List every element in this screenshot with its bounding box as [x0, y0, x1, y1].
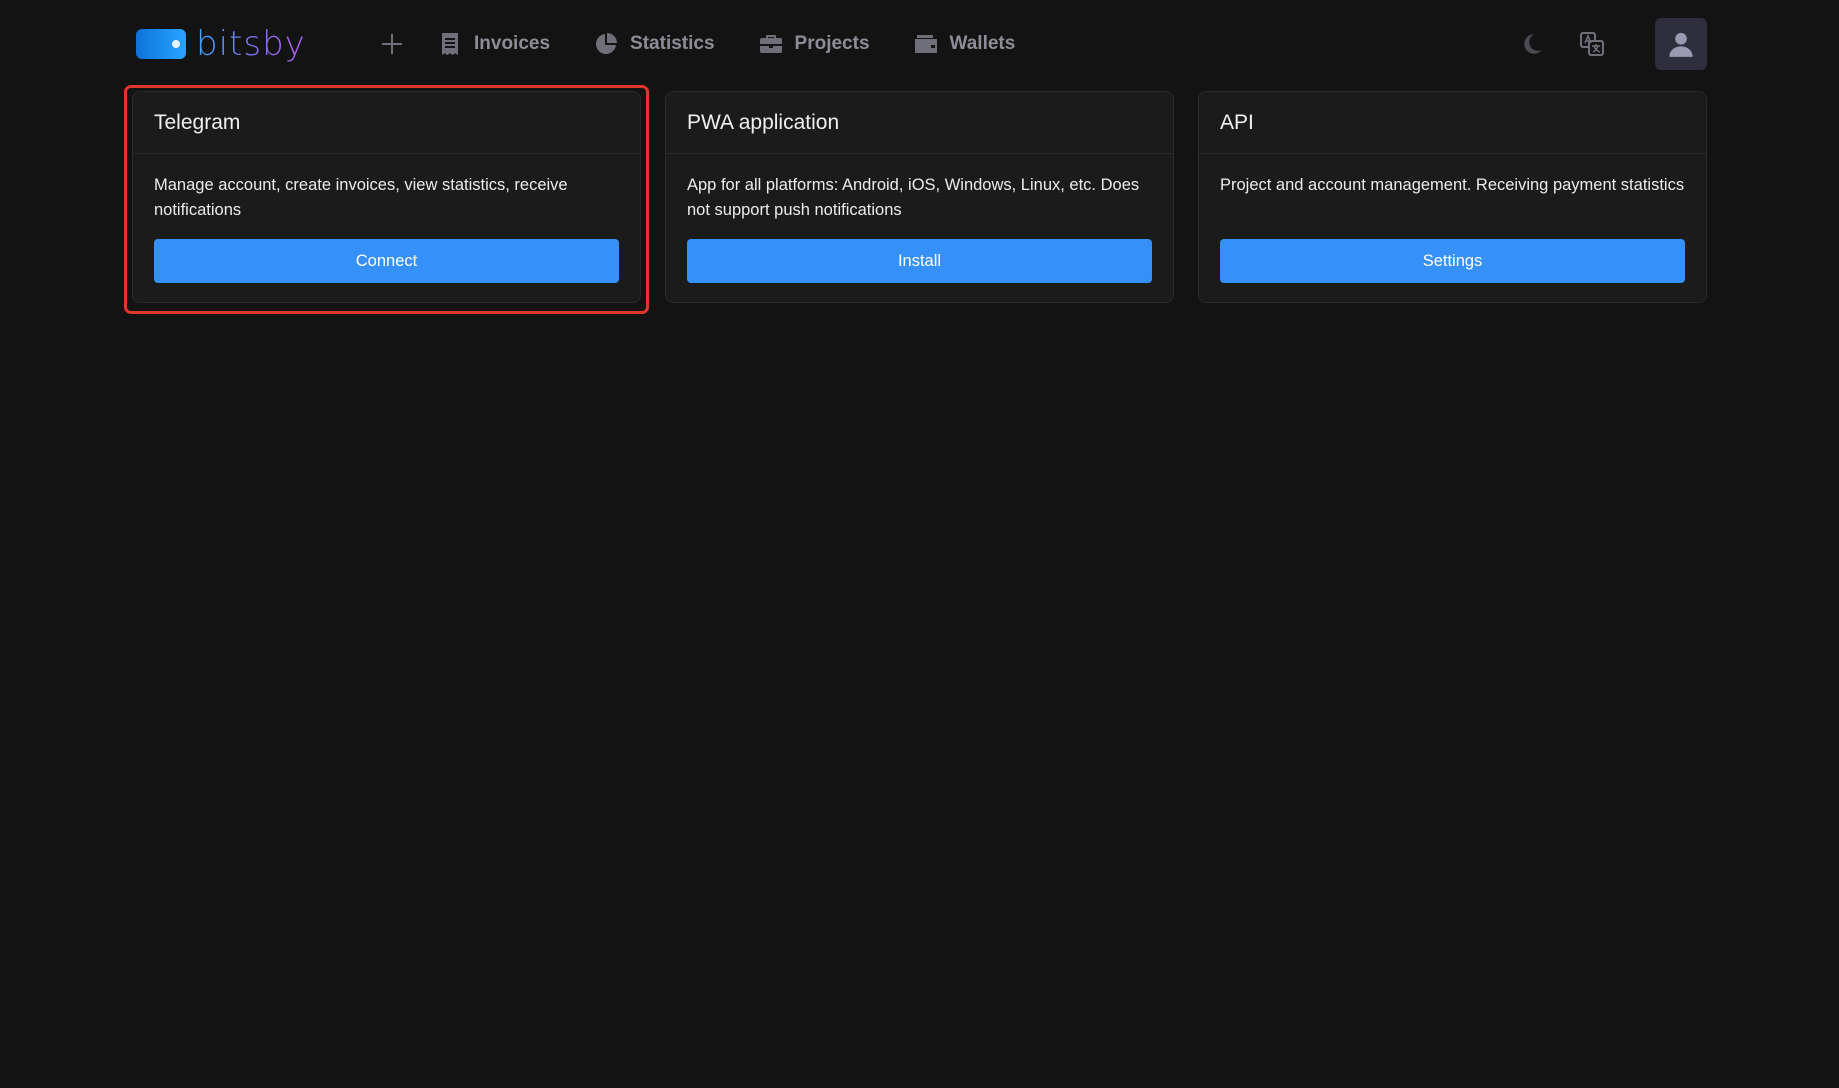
nav-item-statistics[interactable]: Statistics [594, 32, 715, 56]
pwa-card: PWA application App for all platforms: A… [665, 91, 1174, 303]
user-avatar-button[interactable] [1655, 18, 1707, 70]
card-body: Project and account management. Receivin… [1199, 154, 1706, 283]
card-header: PWA application [666, 92, 1173, 154]
card-body: App for all platforms: Android, iOS, Win… [666, 154, 1173, 283]
card-description: App for all platforms: Android, iOS, Win… [687, 176, 1140, 219]
briefcase-icon [759, 35, 782, 53]
settings-button[interactable]: Settings [1220, 239, 1685, 283]
card-title: PWA application [687, 110, 840, 134]
moon-icon[interactable] [1519, 31, 1545, 57]
pie-chart-icon [596, 33, 618, 54]
nav-label: Invoices [474, 33, 551, 54]
connect-button[interactable]: Connect [154, 239, 619, 283]
install-button[interactable]: Install [687, 239, 1152, 283]
nav-label: Projects [794, 33, 870, 54]
nav-label: Statistics [630, 33, 715, 54]
receipt-icon [442, 33, 458, 55]
header-tools [1519, 18, 1707, 70]
card-body: Manage account, create invoices, view st… [133, 154, 640, 283]
nav-item-invoices[interactable]: Invoices [438, 32, 550, 56]
card-title: Telegram [154, 110, 241, 134]
main-nav: Invoices Statistics Projects Wallets [380, 22, 1059, 66]
top-navbar: bitsby Invoices Statistics Projects Wall… [0, 0, 1839, 88]
wallet-icon [914, 35, 937, 53]
translate-icon[interactable] [1579, 31, 1605, 57]
wallet-logo-icon [136, 29, 186, 59]
integration-cards: Telegram Manage account, create invoices… [132, 91, 1707, 303]
brand-logo[interactable]: bitsby [136, 22, 306, 66]
card-header: API [1199, 92, 1706, 154]
card-header: Telegram [133, 92, 640, 154]
card-title: API [1220, 110, 1254, 134]
brand-name: bitsby [196, 24, 306, 64]
card-description: Manage account, create invoices, view st… [154, 176, 568, 219]
plus-icon[interactable] [380, 32, 404, 56]
telegram-card: Telegram Manage account, create invoices… [132, 91, 641, 303]
nav-label: Wallets [949, 33, 1016, 54]
card-description: Project and account management. Receivin… [1220, 176, 1685, 194]
nav-item-wallets[interactable]: Wallets [914, 32, 1016, 56]
user-icon [1669, 32, 1693, 57]
nav-item-projects[interactable]: Projects [759, 32, 870, 56]
api-card: API Project and account management. Rece… [1198, 91, 1707, 303]
